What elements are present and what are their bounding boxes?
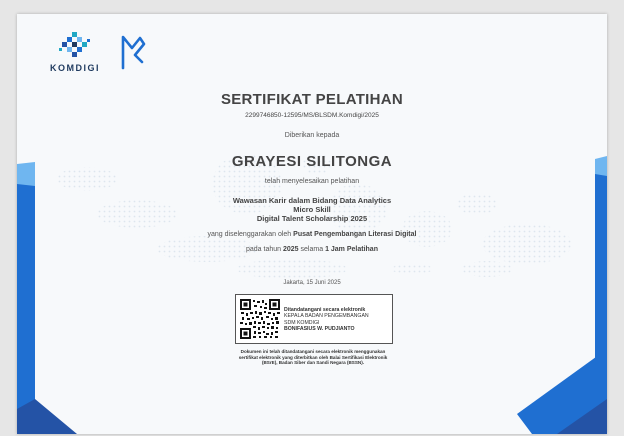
footer-note-line-1: Dokumen ini telah ditandatangani secara … xyxy=(240,349,386,354)
signature-line-2: KEPALA BADAN PENGEMBANGAN xyxy=(284,313,369,320)
footer-note-line-3: (BSrE), Badan Siber dan Sandi Negara (BS… xyxy=(261,360,365,365)
electronic-signature-box: Ditandatangani secara elektronik KEPALA … xyxy=(235,294,393,344)
certificate-page: KOMDIGI SERTIFIKAT PELATIHAN 2299746850-… xyxy=(17,14,607,434)
qr-code-icon xyxy=(240,299,280,339)
program-name: Digital Talent Scholarship 2025 xyxy=(256,214,368,223)
period-year: 2025 xyxy=(283,246,299,253)
period-mid: selama xyxy=(300,246,324,253)
certificate-number: 2299746850-12595/MS/BLSDM.Komdigi/2025 xyxy=(245,112,379,119)
completed-label: telah menyelesaikan pelatihan xyxy=(264,178,360,185)
footer-note: Dokumen ini telah ditandatangani secara … xyxy=(217,349,409,366)
organizer-line: yang diselenggarakan oleh Pusat Pengemba… xyxy=(17,231,607,238)
training-duration: 1 Jam Pelatihan xyxy=(325,246,378,253)
organizer-prefix: yang diselenggarakan oleh xyxy=(207,231,292,238)
course-title: Wawasan Karir dalam Bidang Data Analytic… xyxy=(232,196,392,205)
ms-logo-icon xyxy=(121,35,146,70)
komdigi-logo: KOMDIGI xyxy=(43,32,105,74)
given-to-label: Diberikan kepada xyxy=(284,132,340,139)
signature-text: Ditandatangani secara elektronik KEPALA … xyxy=(284,307,369,332)
recipient-name: GRAYESI SILITONGA xyxy=(231,153,393,170)
period-prefix: pada tahun xyxy=(246,246,282,253)
certificate-title: SERTIFIKAT PELATIHAN xyxy=(220,91,404,108)
place-date: Jakarta, 15 Juni 2025 xyxy=(283,280,341,286)
course-subtitle: Micro Skill xyxy=(293,205,331,214)
organizer-name: Pusat Pengembangan Literasi Digital xyxy=(293,231,417,238)
signer-name: BONIFASIUS W. PUDJIANTO xyxy=(284,325,355,332)
komdigi-logo-mark-icon xyxy=(59,32,90,57)
background-decoration xyxy=(17,154,607,434)
komdigi-logo-text: KOMDIGI xyxy=(50,63,100,73)
period-line: pada tahun 2025 selama 1 Jam Pelatihan xyxy=(17,246,607,253)
